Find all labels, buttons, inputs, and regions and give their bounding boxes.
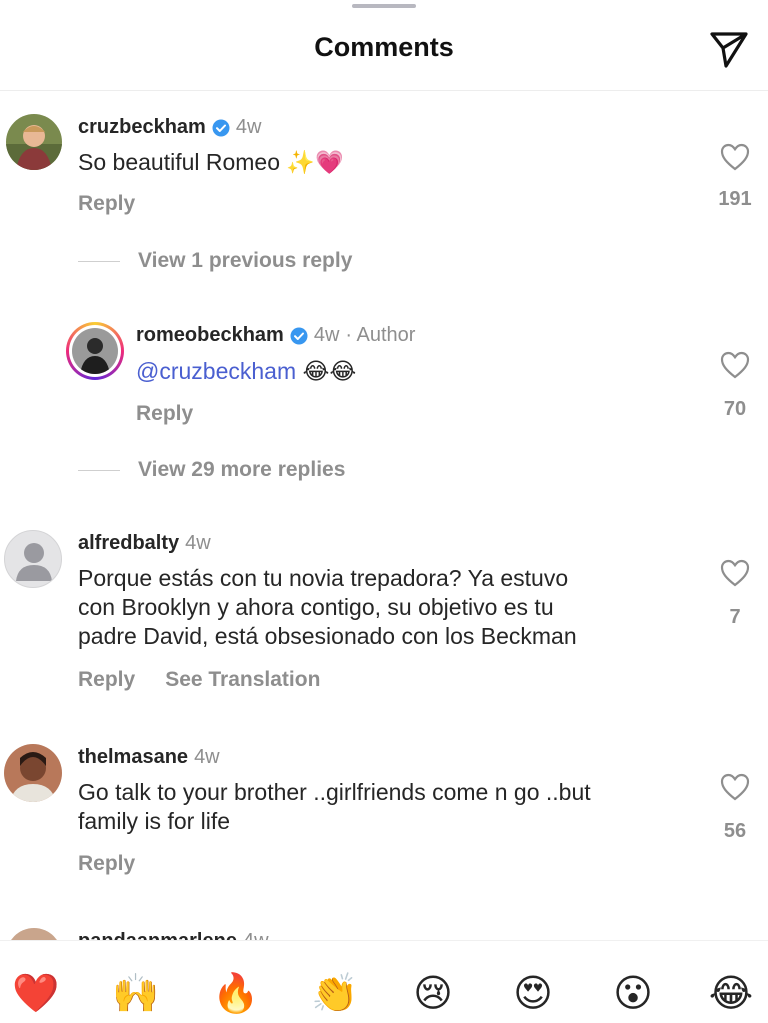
comment-text-line: con Brooklyn y ahora contigo, su objetiv… xyxy=(78,594,554,620)
like-heart-icon[interactable] xyxy=(719,142,751,172)
comment-text-line: padre David, está obsesionado con los Be… xyxy=(78,623,577,649)
timestamp: 4w xyxy=(313,324,340,346)
timestamp: 4w xyxy=(194,746,220,768)
reply-row: Reply xyxy=(78,192,135,216)
reply-button[interactable]: Reply xyxy=(78,852,135,875)
avatar[interactable] xyxy=(4,530,62,588)
timestamp: 4w xyxy=(185,532,211,554)
thread-line xyxy=(78,260,120,262)
divider xyxy=(0,90,768,91)
comment-meta: cruzbeckham 4w xyxy=(78,116,261,139)
laughing-tears-emoji[interactable]: 😂 xyxy=(708,971,754,1017)
verified-badge-icon xyxy=(212,119,230,136)
emoji-reaction-bar: ❤️ 🙌 🔥 👏 😢 😍 😮 😂 xyxy=(0,940,768,1023)
raising-hands-emoji[interactable]: 🙌 xyxy=(112,971,159,1017)
username[interactable]: romeobeckham xyxy=(136,324,284,347)
view-more-replies[interactable]: View 29 more replies xyxy=(78,458,345,482)
red-heart-emoji[interactable]: ❤️ xyxy=(12,971,59,1017)
mention-link[interactable]: @cruzbeckham xyxy=(136,358,296,384)
username[interactable]: cruzbeckham xyxy=(78,116,206,139)
page-title: Comments xyxy=(314,32,454,62)
view-previous-replies[interactable]: View 1 previous reply xyxy=(78,249,352,273)
reply-row: Reply xyxy=(136,402,193,426)
verified-badge-icon xyxy=(290,327,308,344)
comment-meta: romeobeckham 4w · Author xyxy=(136,324,415,347)
surprised-face-emoji[interactable]: 😮 xyxy=(610,971,656,1017)
like-count: 56 xyxy=(723,820,747,842)
reply-button[interactable]: Reply xyxy=(136,402,193,425)
fire-emoji[interactable]: 🔥 xyxy=(212,971,259,1017)
comment-reply-item: romeobeckham 4w · Author @cruzbeckham 😂😂… xyxy=(0,318,768,438)
reply-row: Reply xyxy=(78,852,135,876)
like-count: 7 xyxy=(729,606,741,628)
comment-text: Porque estás con tu novia trepadora? Ya … xyxy=(78,564,577,651)
avatar[interactable] xyxy=(66,322,124,380)
reply-row: Reply See Translation xyxy=(78,668,320,692)
comment-emoji: 😂😂 xyxy=(296,358,357,384)
comment-text-line: family is for life xyxy=(78,808,231,834)
like-count: 70 xyxy=(723,398,747,420)
comment-meta: thelmasane 4w xyxy=(78,746,220,769)
author-badge: · Author xyxy=(345,324,416,346)
comment-text: @cruzbeckham 😂😂 xyxy=(136,357,356,386)
timestamp: 4w xyxy=(235,116,262,138)
crying-face-emoji[interactable]: 😢 xyxy=(410,971,456,1017)
comment-text: So beautiful Romeo ✨💗 xyxy=(78,149,344,175)
comment-text-line: Porque estás con tu novia trepadora? Ya … xyxy=(78,565,569,591)
like-count: 191 xyxy=(718,188,752,210)
comments-header: Comments xyxy=(0,0,768,92)
reply-button[interactable]: Reply xyxy=(78,668,135,691)
sheet-grabber[interactable] xyxy=(352,4,416,8)
comment-text-line: Go talk to your brother ..girlfriends co… xyxy=(78,779,591,805)
like-heart-icon[interactable] xyxy=(719,772,751,802)
like-heart-icon[interactable] xyxy=(719,350,751,380)
reply-button[interactable]: Reply xyxy=(78,192,135,215)
like-heart-icon[interactable] xyxy=(719,558,751,588)
clapping-hands-emoji[interactable]: 👏 xyxy=(311,971,358,1017)
comment-meta: alfredbalty 4w xyxy=(78,532,211,555)
comment-item: cruzbeckham 4w So beautiful Romeo ✨💗 Rep… xyxy=(0,108,768,228)
avatar[interactable] xyxy=(4,744,62,802)
avatar[interactable] xyxy=(6,114,62,170)
comment-item: thelmasane 4w Go talk to your brother ..… xyxy=(0,738,768,888)
username[interactable]: thelmasane xyxy=(78,746,188,769)
heart-eyes-emoji[interactable]: 😍 xyxy=(510,971,556,1017)
comment-text: Go talk to your brother ..girlfriends co… xyxy=(78,778,591,836)
username[interactable]: alfredbalty xyxy=(78,532,179,555)
comment-item: alfredbalty 4w Porque estás con tu novia… xyxy=(0,524,768,704)
thread-line xyxy=(78,469,120,471)
see-translation-button[interactable]: See Translation xyxy=(165,668,320,691)
send-icon[interactable] xyxy=(706,26,750,70)
